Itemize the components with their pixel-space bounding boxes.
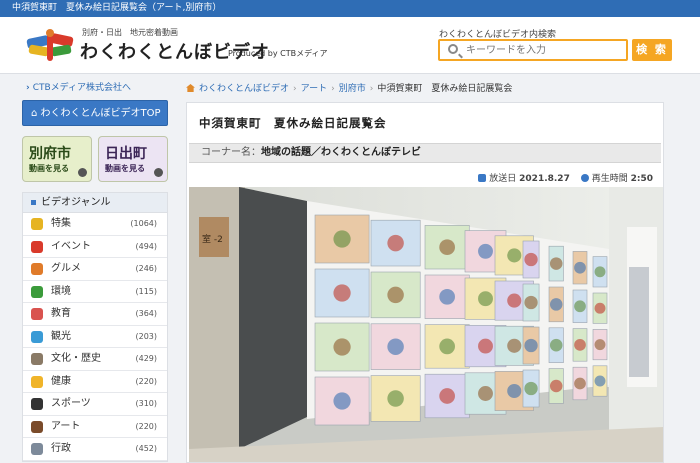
search-box [438, 39, 628, 61]
genre-icon [31, 285, 43, 298]
breadcrumb: わくわくとんぼビデオ › アート › 別府市 › 中須賀東町 夏休み絵日記展覧会 [186, 80, 664, 98]
genre-label: 健康 [51, 375, 71, 387]
genre-count: (220) [135, 376, 157, 386]
beppu-banner[interactable]: 別府市 動画を見る [22, 136, 92, 182]
genre-item[interactable]: 健康 (220) [23, 371, 167, 393]
genre-label: 特集 [51, 218, 71, 229]
area-banners: 別府市 動画を見る 日出町 動画を見る [22, 136, 168, 182]
genre-item[interactable]: 環境 (115) [23, 281, 167, 303]
air-date-label: 放送日 [489, 174, 517, 184]
top-bar-text: 中須賀東町 夏休み絵日記展覧会（アート,別府市） [12, 3, 222, 13]
genre-count: (364) [135, 309, 157, 318]
arrow-icon [154, 168, 163, 177]
breadcrumb-item[interactable]: 別府市 [339, 84, 366, 94]
dragonfly-logo-icon[interactable] [25, 27, 75, 63]
genre-item[interactable]: グルメ (246) [23, 258, 167, 281]
genre-label: イベント [51, 240, 91, 252]
air-date: 2021.8.27 [519, 174, 570, 184]
genre-icon [31, 375, 43, 388]
banner-subtitle: 動画を見る [105, 164, 145, 173]
genre-count: (429) [135, 354, 157, 363]
square-bullet-icon [31, 199, 36, 205]
genre-item[interactable]: 教育 (364) [23, 303, 167, 326]
genre-label: グルメ [51, 263, 81, 274]
genre-count: (494) [135, 241, 157, 251]
hiji-banner[interactable]: 日出町 動画を見る [98, 136, 168, 182]
genre-label: スポーツ [51, 398, 91, 409]
home-top-button[interactable]: ⌂ わくわくとんぼビデオTOP [22, 100, 168, 126]
corner-label: コーナー名： [201, 147, 261, 158]
banner-subtitle: 動画を見る [29, 164, 69, 173]
corner-value[interactable]: 地域の話題／わくわくとんぼテレビ [261, 147, 421, 158]
banner-title: 別府市 [29, 146, 71, 162]
breadcrumb-separator: › [369, 84, 374, 94]
genre-icon [31, 353, 43, 365]
top-bar: 中須賀東町 夏休み絵日記展覧会（アート,別府市） [0, 0, 700, 17]
genre-list: ビデオジャンル 特集 (1064) イベント (494) グルメ (246) 環境 (115)… [22, 192, 168, 462]
genre-icon [31, 420, 43, 433]
genre-count: (246) [135, 264, 157, 273]
breadcrumb-separator: › [293, 84, 297, 94]
duration: 2:50 [630, 174, 653, 184]
video-thumbnail[interactable]: 室 -2 [189, 187, 663, 462]
genre-label: アート [51, 420, 81, 432]
genre-label: 教育 [51, 308, 71, 319]
genre-count: (220) [135, 421, 157, 431]
genre-count: (452) [135, 444, 157, 453]
genre-icon [31, 308, 43, 320]
genre-count: (115) [135, 286, 157, 296]
genre-icon [31, 330, 43, 343]
search-icon [448, 44, 458, 54]
video-panel: 中須賀東町 夏休み絵日記展覧会 コーナー名：地域の話題／わくわくとんぼテレビ 放… [186, 102, 664, 463]
home-icon: ⌂ [31, 108, 41, 119]
banner-title: 日出町 [105, 146, 147, 162]
genre-icon [31, 240, 43, 253]
breadcrumb-item[interactable]: わくわくとんぼビデオ [199, 84, 289, 94]
genre-label: 環境 [51, 285, 71, 297]
corner-bar: コーナー名：地域の話題／わくわくとんぼテレビ [189, 143, 661, 163]
genre-item[interactable]: 文化・歴史 (429) [23, 348, 167, 371]
genre-icon [31, 443, 43, 455]
genre-item[interactable]: イベント (494) [23, 236, 167, 258]
home-icon [186, 84, 195, 92]
sidebar: › CTBメディア株式会社へ ⌂ わくわくとんぼビデオTOP 別府市 動画を見る … [22, 80, 168, 462]
site-header: 別府・日出 地元密着動画 わくわくとんぼビデオ Produced by CTBメ… [0, 17, 700, 74]
search-input[interactable] [466, 43, 624, 58]
calendar-icon [478, 174, 487, 182]
produced-by: Produced by CTBメディア [228, 49, 328, 58]
video-title: 中須賀東町 夏休み絵日記展覧会 [199, 116, 387, 130]
arrow-icon [78, 168, 87, 177]
genre-count: (310) [135, 399, 157, 408]
main-content: わくわくとんぼビデオ › アート › 別府市 › 中須賀東町 夏休み絵日記展覧会 中須賀東町… [186, 80, 664, 463]
genre-icon [31, 263, 43, 275]
video-meta: 放送日 2021.8.27 再生時間 2:50 [470, 171, 653, 184]
company-link-label: CTBメディア株式会社へ [32, 83, 132, 93]
breadcrumb-current: 中須賀東町 夏休み絵日記展覧会 [377, 84, 513, 94]
genre-count: (1064) [130, 219, 157, 228]
chevron-right-icon: › [26, 83, 30, 93]
genre-label: 文化・歴史 [51, 353, 101, 364]
genre-item[interactable]: 観光 (203) [23, 326, 167, 348]
genre-heading: ビデオジャンル [23, 193, 167, 213]
breadcrumb-item[interactable]: アート [301, 84, 327, 94]
site-tagline: 別府・日出 地元密着動画 [82, 28, 178, 37]
search-button[interactable]: 検 索 [632, 39, 672, 61]
duration-label: 再生時間 [591, 174, 628, 184]
genre-item[interactable]: 行政 (452) [23, 438, 167, 461]
genre-icon [31, 218, 43, 230]
genre-item[interactable]: アート (220) [23, 416, 167, 438]
room-sign: 室 -2 [202, 233, 223, 245]
clock-icon [580, 174, 589, 182]
home-top-button-label: わくわくとんぼビデオTOP [40, 108, 161, 119]
genre-icon [31, 398, 43, 410]
company-link[interactable]: › CTBメディア株式会社へ [22, 80, 168, 96]
genre-heading-label: ビデオジャンル [41, 197, 111, 208]
genre-label: 行政 [51, 443, 71, 454]
genre-item[interactable]: スポーツ (310) [23, 393, 167, 416]
breadcrumb-separator: › [331, 84, 335, 94]
genre-label: 観光 [51, 330, 71, 342]
genre-count: (203) [135, 331, 157, 341]
genre-item[interactable]: 特集 (1064) [23, 213, 167, 236]
